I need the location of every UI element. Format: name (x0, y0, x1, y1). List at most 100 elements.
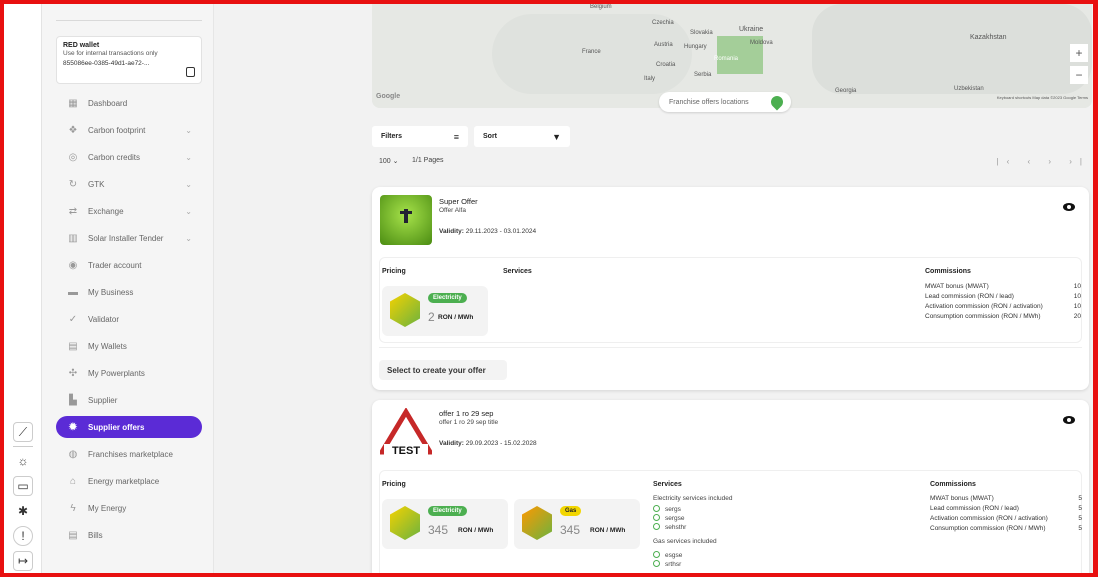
page-size-select[interactable]: 100 ⌄ (379, 157, 399, 165)
view-eye-icon[interactable] (1063, 203, 1075, 211)
price-value: 345 (428, 523, 449, 537)
wallet-id: 855086ee-0385-49d1-ae72-... (63, 60, 150, 67)
map-attribution[interactable]: Keyboard shortcuts Map data ©2023 Google… (997, 95, 1088, 100)
pricing-heading: Pricing (382, 481, 406, 488)
bill-icon: ▤ (68, 529, 78, 541)
price-value: 345 (560, 523, 581, 537)
logo-text: TEST (392, 445, 420, 457)
sidebar-item-label: Supplier offers (88, 422, 145, 432)
factory-icon: ▙ (69, 394, 77, 406)
map-label: Uzbekistan (954, 86, 984, 92)
sidebar: RED wallet Use for internal transactions… (42, 4, 214, 573)
services-subheading: Gas services included (653, 538, 717, 545)
sidebar-item-my-powerplants[interactable]: ✣ My Powerplants (56, 362, 202, 384)
offer-card: TEST offer 1 ro 29 sep offer 1 ro 29 sep… (372, 400, 1089, 573)
sidebar-item-exchange[interactable]: ⇄ Exchange ⌄ (56, 200, 202, 222)
select-offer-button[interactable]: Select to create your offer (379, 360, 507, 380)
sort-label: Sort (483, 133, 497, 140)
map-label: Serbia (694, 72, 712, 78)
sidebar-item-label: Supplier (88, 395, 118, 405)
sidebar-item-label: Dashboard (88, 98, 128, 108)
filters-label: Filters (381, 133, 403, 140)
sidebar-item-franchises-marketplace[interactable]: ◍ Franchises marketplace (56, 443, 202, 465)
sidebar-item-my-energy[interactable]: ϟ My Energy (56, 497, 202, 519)
map-label: Kazakhstan (970, 34, 1007, 41)
chevron-down-icon[interactable]: ⌄ (185, 180, 192, 189)
sidebar-item-label: GTK (88, 179, 105, 189)
basket-icon: ⌂ (69, 475, 77, 487)
zoom-out-button[interactable]: − (1070, 66, 1088, 84)
exchange-icon: ⇄ (68, 205, 78, 217)
sidebar-item-supplier-offers[interactable]: ✹ Supplier offers (56, 416, 202, 438)
settings-icon[interactable]: ✱ (13, 501, 33, 521)
dashboard-icon: ▦ (68, 97, 78, 109)
co2-icon: ◎ (68, 151, 78, 163)
wallet-title: RED wallet (63, 42, 100, 49)
sidebar-item-my-business[interactable]: ▬ My Business (56, 281, 202, 303)
sidebar-item-label: Bills (88, 530, 103, 540)
sidebar-item-label: Trader account (88, 260, 142, 270)
offer-title: Super Offer (439, 197, 478, 206)
price-value: 2 (428, 310, 435, 324)
sidebar-item-gtk[interactable]: ↻ GTK ⌄ (56, 173, 202, 195)
electricity-services: Electricity services included sergs serg… (653, 495, 733, 568)
sidebar-item-trader-account[interactable]: ◉ Trader account (56, 254, 202, 276)
wallet-card[interactable]: RED wallet Use for internal transactions… (56, 36, 202, 84)
sidebar-item-carbon-footprint[interactable]: ❖ Carbon footprint ⌄ (56, 119, 202, 141)
electricity-icon (390, 293, 420, 327)
sidebar-item-supplier[interactable]: ▙ Supplier (56, 389, 202, 411)
offer-logo: TEST (380, 408, 432, 458)
sidebar-item-validator[interactable]: ✓ Validator (56, 308, 202, 330)
chevron-down-icon[interactable]: ⌄ (185, 153, 192, 162)
offer-subtitle: Offer Alfa (439, 207, 466, 214)
price-unit: RON / MWh (438, 314, 474, 321)
sidebar-item-dashboard[interactable]: ▦ Dashboard (56, 92, 202, 114)
sidebar-item-label: Carbon credits (88, 152, 141, 162)
sort-button[interactable]: Sort ▼ (474, 126, 570, 147)
offer-validity: Validity: 29.09.2023 - 15.02.2028 (439, 440, 537, 447)
services-subheading: Electricity services included (653, 495, 733, 502)
sidebar-item-label: Exchange (88, 206, 124, 216)
check-icon (653, 523, 660, 530)
sidebar-item-solar-installer-tender[interactable]: ▥ Solar Installer Tender ⌄ (56, 227, 202, 249)
sidebar-item-my-wallets[interactable]: ▤ My Wallets (56, 335, 202, 357)
electricity-price: Electricity 2 RON / MWh (382, 286, 488, 336)
app-frame: ⟋ ☼ ▭ ✱ ! ↦ RED wallet Use for internal … (0, 0, 1098, 577)
gas-price: Gas 345 RON / MWh (514, 499, 640, 549)
view-eye-icon[interactable] (1063, 416, 1075, 424)
sidebar-item-label: Franchises marketplace (88, 449, 173, 459)
price-tag: Electricity (428, 506, 467, 516)
filters-button[interactable]: Filters ≡ (372, 126, 468, 147)
chevron-down-icon[interactable]: ⌄ (185, 234, 192, 243)
offer-validity: Validity: 29.11.2023 - 03.01.2024 (439, 228, 537, 235)
check-icon (653, 551, 660, 558)
sidebar-item-energy-marketplace[interactable]: ⌂ Energy marketplace (56, 470, 202, 492)
zoom-in-button[interactable]: + (1070, 44, 1088, 62)
services-heading: Services (653, 481, 682, 488)
copy-icon[interactable] (186, 67, 195, 77)
map-label: Georgia (835, 88, 857, 94)
price-tag: Electricity (428, 293, 467, 303)
chevron-down-icon[interactable]: ⌄ (185, 126, 192, 135)
sun-icon[interactable]: ☼ (13, 451, 33, 471)
sidebar-item-label: Energy marketplace (88, 476, 160, 486)
price-unit: RON / MWh (590, 527, 626, 534)
franchise-locations-button[interactable]: Franchise offers locations (659, 92, 791, 112)
sidebar-item-bills[interactable]: ▤ Bills (56, 524, 202, 546)
wallet-subtitle: Use for internal transactions only (63, 50, 158, 57)
sidebar-item-carbon-credits[interactable]: ◎ Carbon credits ⌄ (56, 146, 202, 168)
map-pin-icon (768, 93, 786, 111)
footprint-icon: ❖ (68, 124, 78, 136)
offer-details: Pricing Services Commissions Electricity… (379, 470, 1082, 573)
chevron-down-icon[interactable]: ⌄ (185, 207, 192, 216)
chat-icon[interactable]: ▭ (13, 476, 33, 496)
logout-icon[interactable]: ↦ (13, 551, 33, 571)
info-icon[interactable]: ! (13, 526, 33, 546)
map-label: Moldova (750, 40, 773, 46)
pagination-nav[interactable]: |‹ ‹ › ›| (997, 157, 1090, 166)
energy-icon: ϟ (70, 502, 76, 514)
offer-logo (380, 195, 432, 245)
map-label: Hungary (684, 44, 707, 50)
commissions-heading: Commissions (925, 268, 971, 275)
chart-icon[interactable]: ⟋ (13, 422, 33, 442)
